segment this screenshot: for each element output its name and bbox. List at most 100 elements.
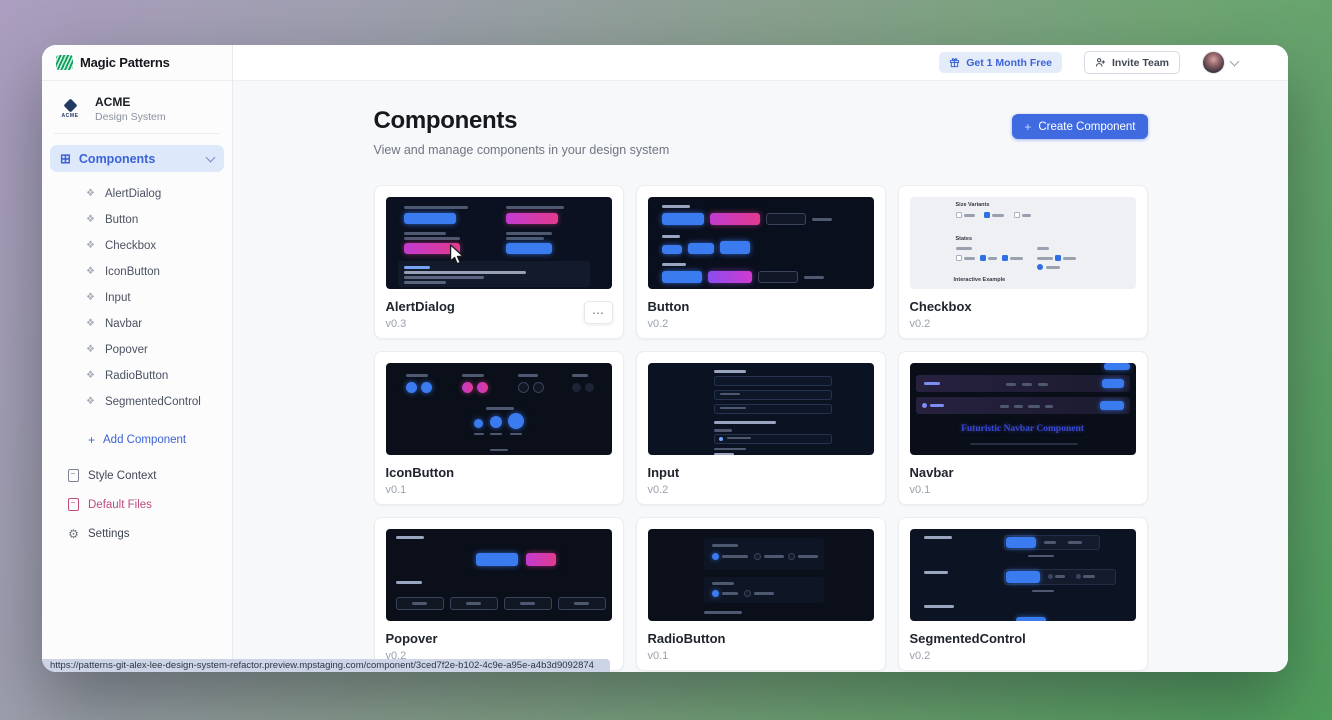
component-card-navbar[interactable]: Futuristic Navbar ComponentNavbarv0.1 xyxy=(898,351,1148,505)
thumb-shape xyxy=(476,553,518,566)
sidebar-item-checkbox[interactable]: ❖Checkbox xyxy=(42,233,232,259)
component-card-radiobutton[interactable]: RadioButtonv0.1 xyxy=(636,517,886,671)
component-thumbnail[interactable] xyxy=(648,529,874,621)
thumb-shape xyxy=(924,536,952,539)
component-card-popover[interactable]: Popoverv0.2 xyxy=(374,517,624,671)
thumb-shape xyxy=(956,255,962,261)
card-title: Popover xyxy=(386,631,612,646)
thumb-shape xyxy=(714,453,734,455)
component-thumbnail[interactable] xyxy=(648,363,874,455)
sidebar-item-label: RadioButton xyxy=(105,370,168,382)
chevron-down-icon xyxy=(1230,57,1240,67)
thumb-shape xyxy=(490,433,502,435)
component-thumbnail[interactable] xyxy=(386,197,612,289)
workspace-switcher[interactable]: ACME ACME Design System xyxy=(42,81,232,133)
sidebar-item-navbar[interactable]: ❖Navbar xyxy=(42,311,232,337)
thumb-shape xyxy=(714,421,776,424)
thumb-shape xyxy=(964,257,975,260)
thumb-shape xyxy=(508,413,524,429)
component-icon: ❖ xyxy=(86,345,95,355)
sidebar-item-iconbutton[interactable]: ❖IconButton xyxy=(42,259,232,285)
default-files-label: Default Files xyxy=(88,499,152,511)
thumb-shape xyxy=(766,213,806,225)
avatar[interactable] xyxy=(1202,51,1225,74)
sidebar-item-input[interactable]: ❖Input xyxy=(42,285,232,311)
component-thumbnail[interactable]: Futuristic Navbar Component xyxy=(910,363,1136,455)
thumb-shape xyxy=(585,383,594,392)
sidebar-item-button[interactable]: ❖Button xyxy=(42,207,232,233)
thumb-shape xyxy=(922,403,927,408)
thumb-shape xyxy=(930,404,944,407)
card-version: v0.2 xyxy=(910,318,1136,330)
thumb-shape xyxy=(964,214,975,217)
thumb-shape xyxy=(1032,590,1054,592)
topbar: Get 1 Month Free Invite Team xyxy=(233,45,1288,81)
create-component-label: Create Component xyxy=(1038,121,1135,133)
thumb-shape xyxy=(1010,257,1023,260)
add-component-button[interactable]: + Add Component xyxy=(42,427,232,453)
thumb-shape xyxy=(506,206,564,209)
thumb-shape xyxy=(1046,266,1060,269)
component-thumbnail[interactable] xyxy=(648,197,874,289)
sidebar-item-popover[interactable]: ❖ Popover xyxy=(42,337,232,363)
style-context-label: Style Context xyxy=(88,470,156,482)
component-card-alertdialog[interactable]: AlertDialogv0.3⋯ xyxy=(374,185,624,339)
thumb-shape xyxy=(1037,264,1043,270)
thumb-shape xyxy=(714,429,732,432)
component-card-checkbox[interactable]: Size VariantsStatesInteractive ExampleCh… xyxy=(898,185,1148,339)
thumb-shape xyxy=(970,443,1078,445)
sidebar-item-label: SegmentedControl xyxy=(105,396,201,408)
component-thumbnail[interactable] xyxy=(386,363,612,455)
sidebar-item-segmentedcontrol[interactable]: ❖SegmentedControl xyxy=(42,389,232,415)
sidebar-item-label: Popover xyxy=(105,344,148,356)
thumb-shape xyxy=(754,553,761,560)
thumb-shape xyxy=(1055,575,1065,578)
thumb-shape xyxy=(1006,537,1036,548)
thumb-shape xyxy=(506,237,544,240)
user-menu[interactable] xyxy=(1202,51,1238,74)
card-version: v0.2 xyxy=(648,318,874,330)
thumb-shape xyxy=(720,241,750,254)
component-card-iconbutton[interactable]: IconButtonv0.1 xyxy=(374,351,624,505)
component-thumbnail[interactable]: Size VariantsStatesInteractive Example xyxy=(910,197,1136,289)
sidebar-item-alertdialog[interactable]: ❖AlertDialog xyxy=(42,181,232,207)
thumb-shape xyxy=(704,611,742,614)
sidebar-item-settings[interactable]: ⚙ Settings xyxy=(42,519,232,548)
thumb-shape xyxy=(710,213,760,225)
create-component-button[interactable]: + Create Component xyxy=(1012,114,1147,139)
thumb-shape xyxy=(662,213,704,225)
sidebar-item-components[interactable]: ⊞ Components xyxy=(50,145,224,172)
invite-team-button[interactable]: Invite Team xyxy=(1084,51,1180,74)
card-menu-button[interactable]: ⋯ xyxy=(584,301,613,324)
component-card-segmentedcontrol[interactable]: SegmentedControlv0.2 xyxy=(898,517,1148,671)
component-icon: ❖ xyxy=(86,189,95,199)
thumb-shape xyxy=(1014,405,1023,408)
user-plus-icon xyxy=(1095,57,1106,68)
thumb-shape xyxy=(1028,555,1054,557)
sidebar-item-style-context[interactable]: Style Context xyxy=(42,461,232,490)
thumb-shape xyxy=(574,602,589,605)
thumb-shape xyxy=(406,382,417,393)
thumb-shape xyxy=(404,266,430,269)
thumb-shape xyxy=(662,245,682,254)
sidebar-item-radiobutton[interactable]: ❖ RadioButton xyxy=(42,363,232,389)
thumb-shape xyxy=(466,602,481,605)
thumb-shape xyxy=(980,255,986,261)
thumb-shape xyxy=(474,419,483,428)
get-month-free-button[interactable]: Get 1 Month Free xyxy=(939,52,1062,73)
plus-icon: + xyxy=(88,434,95,446)
plus-icon: + xyxy=(1024,121,1031,133)
sidebar-item-default-files[interactable]: Default Files xyxy=(42,490,232,519)
component-thumbnail[interactable] xyxy=(386,529,612,621)
thumb-shape xyxy=(924,571,948,574)
component-card-button[interactable]: Buttonv0.2 xyxy=(636,185,886,339)
component-icon: ❖ xyxy=(86,215,95,225)
app-logo[interactable]: Magic Patterns xyxy=(42,45,232,81)
component-icon: ❖ xyxy=(86,371,95,381)
thumb-shape xyxy=(396,581,422,584)
component-card-input[interactable]: Inputv0.2 xyxy=(636,351,886,505)
thumb-shape xyxy=(477,382,488,393)
thumb-shape xyxy=(1028,405,1040,408)
thumb-shape xyxy=(404,237,460,240)
component-thumbnail[interactable] xyxy=(910,529,1136,621)
